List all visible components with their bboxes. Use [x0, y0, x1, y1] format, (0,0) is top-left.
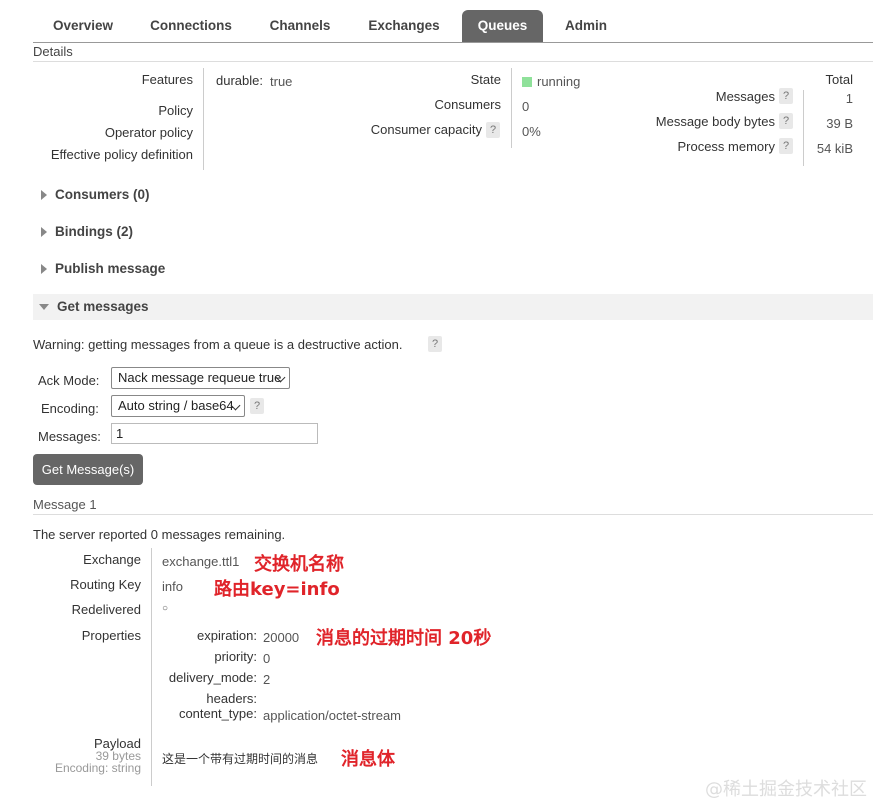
redelivered-label: Redelivered	[71, 602, 141, 617]
features-key: durable:	[216, 73, 263, 88]
state-value: running	[537, 74, 581, 89]
details-col-divider-3	[803, 90, 804, 166]
consumer-capacity-value: 0%	[522, 124, 541, 139]
section-bindings-label: Bindings (2)	[55, 224, 133, 239]
message-col-divider	[151, 548, 152, 786]
get-messages-button[interactable]: Get Message(s)	[33, 454, 143, 485]
tab-connections[interactable]: Connections	[135, 10, 247, 42]
encoding-select[interactable]: Auto string / base64	[111, 395, 245, 417]
warning-help-icon[interactable]: ?	[428, 336, 442, 352]
tab-queues[interactable]: Queues	[462, 10, 543, 42]
section-get-messages[interactable]: Get messages	[33, 294, 873, 320]
tab-overview[interactable]: Overview	[33, 10, 133, 42]
tab-admin[interactable]: Admin	[551, 10, 621, 42]
routing-key-value: info	[162, 579, 183, 594]
redelivered-value: ○	[162, 603, 169, 614]
consumer-capacity-help-icon[interactable]: ?	[486, 122, 500, 138]
details-title: Details	[33, 44, 73, 59]
messages-value: 1	[845, 91, 853, 106]
features-label: Features	[141, 72, 193, 87]
effective-policy-label: Effective policy definition	[50, 147, 193, 162]
exchange-annotation: 交换机名称	[254, 554, 344, 575]
encoding-label: Encoding:	[41, 401, 99, 416]
body-bytes-label: Message body bytes	[655, 114, 775, 129]
payload-annotation: 消息体	[341, 749, 395, 770]
details-col-divider-2	[511, 68, 512, 148]
details-divider	[33, 61, 873, 62]
content-type-value: application/octet-stream	[263, 708, 402, 723]
policy-label: Policy	[158, 103, 193, 118]
features-value: true	[270, 74, 293, 89]
consumers-label: Consumers	[434, 97, 501, 112]
expiration-annotation: 消息的过期时间 20秒	[316, 628, 492, 649]
state-running-indicator	[522, 77, 532, 87]
process-memory-label: Process memory	[677, 139, 775, 154]
expiration-value: 20000	[263, 630, 300, 645]
collapse-triangle-icon	[39, 304, 49, 311]
routing-key-annotation: 路由key=info	[214, 579, 340, 600]
expand-triangle-icon	[41, 190, 47, 201]
delivery-mode-value: 2	[263, 672, 271, 687]
expand-triangle-icon	[41, 227, 47, 238]
process-memory-help-icon[interactable]: ?	[779, 138, 793, 154]
consumers-value: 0	[522, 99, 530, 114]
expand-triangle-icon	[41, 264, 47, 275]
priority-value: 0	[263, 651, 271, 666]
exchange-value: exchange.ttl1	[162, 554, 240, 569]
section-get-label: Get messages	[57, 299, 149, 314]
messages-remaining: The server reported 0 messages remaining…	[33, 527, 286, 542]
details-col-divider-1	[203, 68, 204, 170]
state-label: State	[470, 72, 501, 87]
operator-policy-label: Operator policy	[104, 125, 193, 140]
message-title: Message 1	[33, 497, 97, 512]
ack-mode-label: Ack Mode:	[38, 373, 100, 388]
destructive-warning: Warning: getting messages from a queue i…	[33, 337, 403, 352]
routing-key-label: Routing Key	[70, 577, 141, 592]
tab-channels[interactable]: Channels	[254, 10, 346, 42]
process-memory-value: 54 kiB	[816, 141, 853, 156]
messages-label: Messages	[715, 89, 775, 104]
payload-encoding: Encoding: string	[54, 761, 141, 775]
section-bindings[interactable]: Bindings (2)	[33, 219, 873, 245]
exchange-label: Exchange	[83, 552, 141, 567]
ack-mode-value: Nack message requeue true	[118, 370, 282, 385]
message-divider	[33, 514, 873, 515]
encoding-help-icon[interactable]: ?	[250, 398, 264, 414]
ack-mode-select[interactable]: Nack message requeue true	[111, 367, 290, 389]
section-publish-message[interactable]: Publish message	[33, 256, 873, 282]
body-bytes-help-icon[interactable]: ?	[779, 113, 793, 129]
content-type-label: content_type:	[178, 706, 257, 721]
encoding-value: Auto string / base64	[118, 398, 234, 413]
messages-help-icon[interactable]: ?	[779, 88, 793, 104]
section-publish-label: Publish message	[55, 261, 166, 276]
payload-value: 这是一个带有过期时间的消息	[162, 752, 319, 766]
expiration-label: expiration:	[197, 628, 257, 643]
section-consumers-label: Consumers (0)	[55, 187, 150, 202]
body-bytes-value: 39 B	[826, 116, 853, 131]
tab-exchanges[interactable]: Exchanges	[354, 10, 454, 42]
properties-label: Properties	[81, 628, 141, 643]
messages-count-input[interactable]: 1	[111, 423, 318, 444]
consumer-capacity-label: Consumer capacity	[370, 122, 482, 137]
section-consumers[interactable]: Consumers (0)	[33, 182, 873, 208]
total-header: Total	[825, 72, 853, 87]
headers-label: headers:	[206, 691, 257, 706]
watermark: @稀土掘金技术社区	[705, 779, 867, 800]
priority-label: priority:	[214, 649, 257, 664]
messages-count-label: Messages:	[38, 429, 101, 444]
delivery-mode-label: delivery_mode:	[168, 670, 257, 685]
tab-underline	[33, 42, 873, 43]
